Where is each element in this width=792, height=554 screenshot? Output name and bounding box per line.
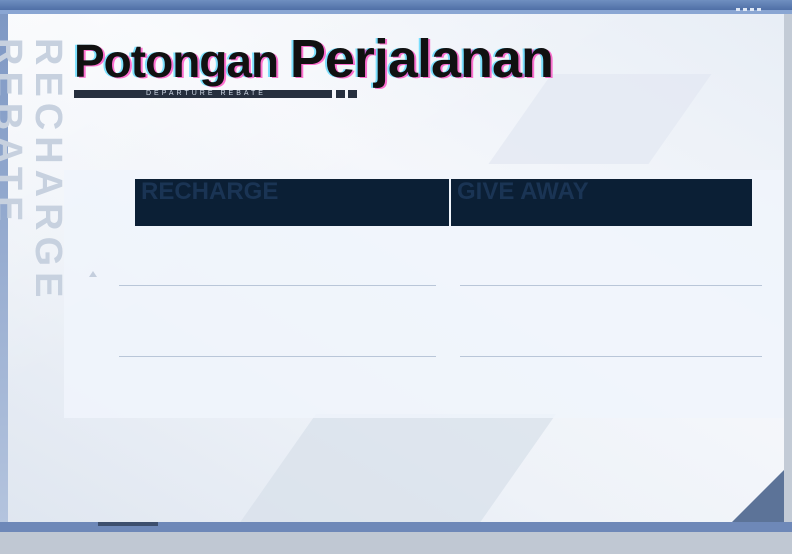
up-arrow-icon (89, 271, 97, 277)
tab-give-away[interactable]: GIVE AWAY (451, 179, 752, 226)
bottom-frame-tab (98, 522, 158, 526)
subtitle-square-2 (348, 90, 357, 98)
subtitle-square-1 (336, 90, 345, 98)
content-panel: RECHARGE GIVE AWAY (64, 170, 784, 418)
title-part-2: Perjalanan (289, 29, 554, 89)
tab-recharge[interactable]: RECHARGE (135, 179, 449, 226)
bottom-footer (0, 532, 792, 554)
page-title: Potongan Perjalanan (74, 28, 554, 90)
divider-right-1 (460, 285, 762, 286)
tab-give-away-label: GIVE AWAY (457, 178, 589, 205)
top-frame-bar (0, 0, 792, 10)
tab-recharge-label: RECHARGE (141, 178, 279, 205)
divider-left-1 (119, 285, 436, 286)
divider-left-2 (119, 356, 436, 357)
divider-right-2 (460, 356, 762, 357)
top-decoration-dashes (736, 8, 764, 11)
subtitle-text: DEPARTURE REBATE (146, 90, 266, 97)
vertical-watermark-text: RECHARGE REBATE (0, 38, 69, 304)
title-part-1: Potongan (74, 35, 279, 87)
